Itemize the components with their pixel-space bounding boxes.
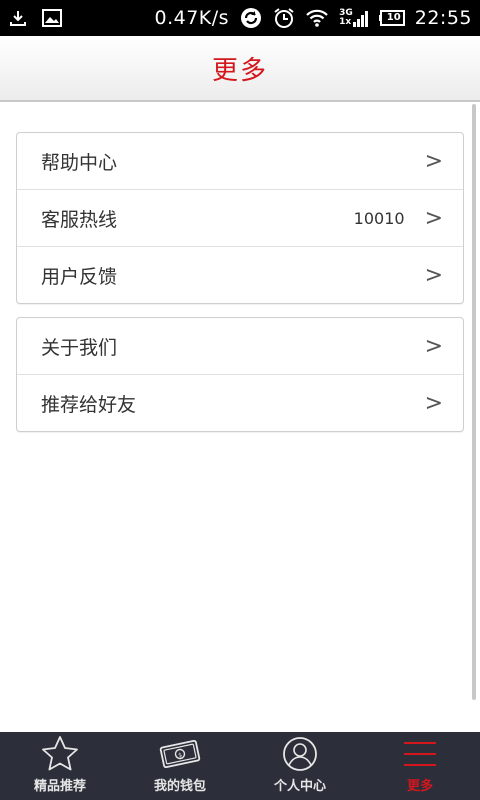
list-item-help-center[interactable]: 帮助中心 > [17, 133, 463, 190]
tab-label: 更多 [406, 779, 433, 794]
tab-label: 个人中心 [273, 779, 326, 794]
list-item-label: 客服热线 [41, 208, 118, 231]
alarm-icon [273, 7, 295, 29]
download-icon [8, 8, 28, 28]
bottom-nav: 精品推荐 $ 我的钱包 个人中心 更多 [0, 732, 480, 800]
chevron-right-icon: > [424, 263, 443, 288]
scrollbar[interactable] [472, 104, 476, 700]
signal-icon: 3G 1x [339, 9, 369, 27]
list-item-label: 关于我们 [41, 336, 118, 359]
clock: 22:55 [414, 7, 472, 29]
user-icon [281, 735, 319, 773]
chevron-right-icon: > [424, 391, 443, 416]
tab-label: 我的钱包 [153, 779, 206, 794]
battery-level: 10 [386, 12, 401, 23]
tab-label: 精品推荐 [33, 779, 86, 794]
wallet-icon: $ [156, 735, 204, 773]
svg-text:$: $ [178, 752, 183, 760]
tab-more[interactable]: 更多 [360, 732, 480, 800]
star-icon [40, 735, 80, 773]
network-subtype: 1x [339, 17, 352, 27]
page-title: 更多 [211, 55, 268, 86]
list-item-label: 推荐给好友 [41, 394, 137, 416]
chevron-right-icon: > [424, 148, 443, 174]
list-item-service-hotline[interactable]: 客服热线 10010 > [17, 190, 463, 247]
network-speed: 0.47K/s [154, 7, 230, 29]
list-item-recommend-friends[interactable]: 推荐给好友 > [17, 375, 463, 432]
status-bar: 0.47K/s 3G 1x 10 22:55 [0, 0, 480, 36]
app-header: 更多 [0, 36, 480, 102]
wifi-icon [305, 8, 329, 28]
list-item-label: 用户反馈 [41, 266, 118, 288]
list-item-user-feedback[interactable]: 用户反馈 > [17, 247, 463, 304]
tab-profile[interactable]: 个人中心 [240, 732, 360, 800]
image-icon [42, 9, 62, 27]
settings-group-1: 帮助中心 > 客服热线 10010 > 用户反馈 > [16, 132, 464, 304]
hotline-number: 10010 [353, 208, 405, 228]
sync-icon [239, 6, 263, 30]
battery-icon: 10 [378, 10, 405, 26]
menu-icon [402, 735, 438, 773]
tab-wallet[interactable]: $ 我的钱包 [120, 732, 240, 800]
chevron-right-icon: > [424, 333, 443, 359]
list-item-label: 帮助中心 [41, 151, 118, 174]
tab-featured[interactable]: 精品推荐 [0, 732, 120, 800]
chevron-right-icon: > [424, 205, 443, 231]
settings-group-2: 关于我们 > 推荐给好友 > [16, 317, 464, 432]
list-item-about-us[interactable]: 关于我们 > [17, 318, 463, 375]
